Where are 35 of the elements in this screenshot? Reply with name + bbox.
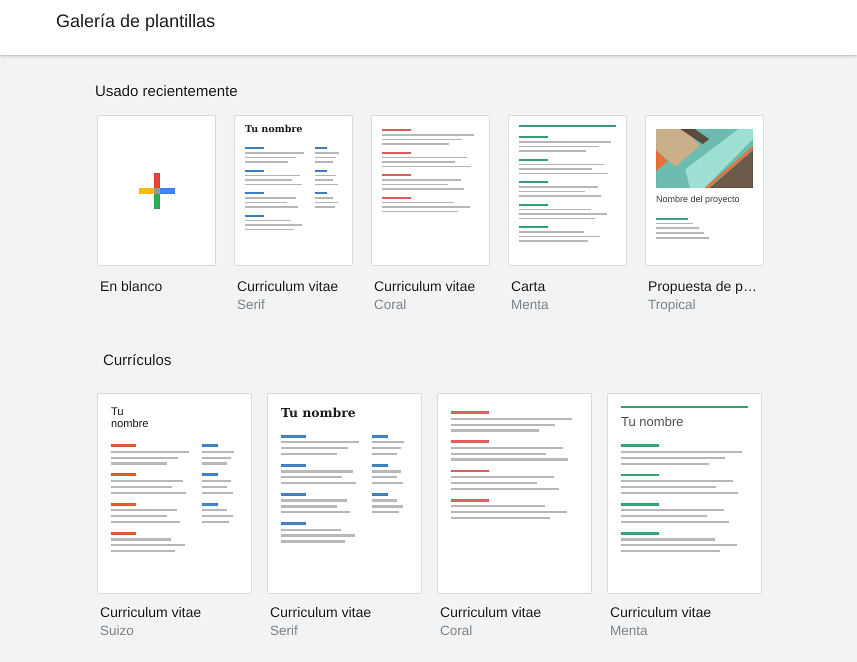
name-heading: Tu nombre — [245, 125, 302, 136]
template-name: En blanco — [99, 278, 164, 294]
template-thumbnail[interactable]: Tu nombre — [267, 393, 422, 594]
template-thumbnail[interactable] — [371, 115, 490, 266]
template-style: Coral — [439, 623, 474, 638]
template-thumbnail[interactable] — [437, 393, 592, 594]
template-name: Curriculum vitae — [99, 604, 202, 620]
plus-icon — [136, 170, 176, 210]
name-heading: Tu nombre — [621, 414, 684, 429]
template-style: Suizo — [99, 623, 135, 638]
template-thumbnail[interactable]: Tu nombre — [234, 115, 353, 266]
template-thumbnail[interactable] — [97, 115, 216, 266]
template-thumbnail[interactable]: Tu nombre — [97, 393, 252, 594]
template-style: Menta — [609, 623, 649, 638]
text-lines-drawing — [656, 218, 710, 239]
template-thumbnail[interactable] — [508, 115, 627, 266]
page-title: Galería de plantillas — [56, 11, 216, 32]
template-style: Tropical — [647, 297, 697, 312]
template-style: Coral — [373, 297, 408, 312]
template-name: Curriculum vitae — [236, 278, 340, 294]
section-title: Currículos — [103, 352, 172, 369]
template-name: Curriculum vitae — [269, 604, 372, 620]
name-heading: Tu nombre — [281, 406, 356, 420]
template-style: Serif — [269, 623, 299, 638]
template-style: Serif — [236, 297, 266, 312]
template-name: Propuesta de p… — [647, 278, 758, 294]
template-name: Curriculum vitae — [373, 278, 476, 294]
template-name: Curriculum vitae — [439, 604, 542, 620]
template-name: Curriculum vitae — [609, 604, 712, 620]
template-thumbnail[interactable]: Nombre del proyecto — [645, 115, 764, 266]
template-style: Menta — [510, 297, 550, 312]
project-title: Nombre del proyecto — [656, 194, 741, 204]
template-name: Carta — [510, 278, 546, 294]
template-thumbnail[interactable]: Tu nombre — [607, 393, 762, 594]
section-title: Usado recientemente — [95, 83, 239, 100]
